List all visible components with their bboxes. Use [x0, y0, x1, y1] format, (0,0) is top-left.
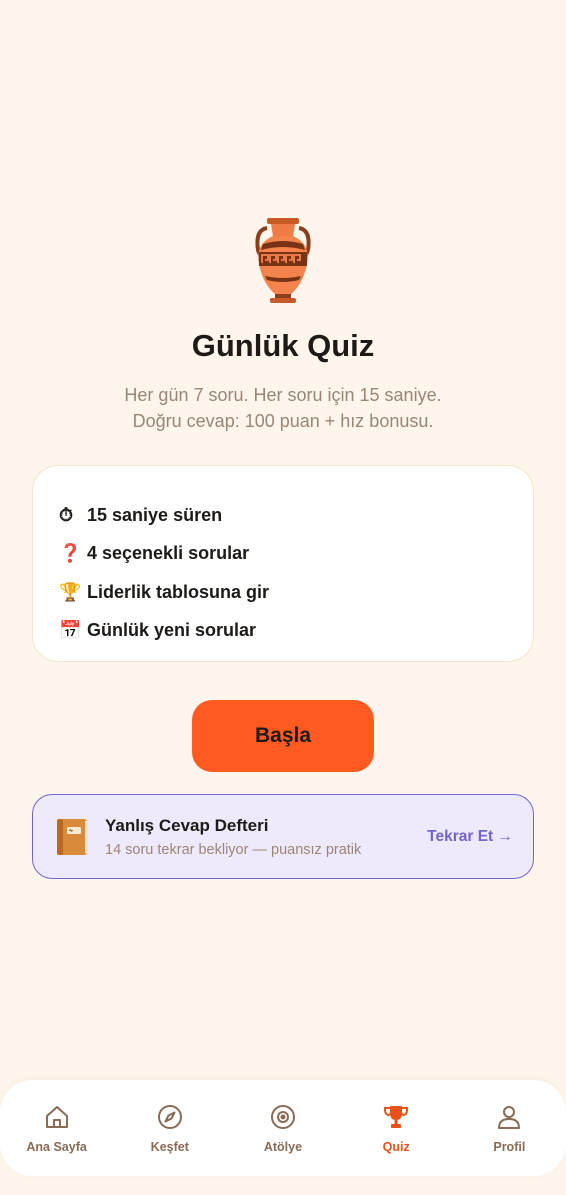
- notebook-icon: [57, 818, 88, 855]
- question-mark-icon: ❓: [59, 543, 82, 564]
- review-title: Yanlış Cevap Defteri: [105, 815, 269, 835]
- wrong-answer-notebook-card[interactable]: Yanlış Cevap Defteri 14 soru tekrar bekl…: [32, 794, 534, 879]
- feature-item-timer: ⏱ 15 saniye süren: [59, 496, 507, 535]
- trophy-icon: [381, 1102, 411, 1132]
- feature-label: 15 saniye süren: [87, 504, 223, 525]
- stopwatch-icon: ⏱: [59, 504, 74, 525]
- trophy-icon: 🏆: [59, 581, 82, 602]
- amphora-icon: [0, 214, 566, 306]
- nav-item-profile[interactable]: Profil: [454, 1102, 564, 1154]
- page-subtitle: Her gün 7 soru. Her soru için 15 saniye.…: [0, 382, 566, 434]
- bottom-nav: Ana Sayfa Keşfet Atölye Quiz Profil: [0, 1080, 566, 1176]
- review-subtitle: 14 soru tekrar bekliyor — puansız pratik: [105, 841, 362, 858]
- user-icon: [494, 1102, 524, 1132]
- nav-label: Quiz: [382, 1140, 410, 1154]
- feature-label: Günlük yeni sorular: [87, 620, 257, 641]
- page-title: Günlük Quiz: [191, 328, 375, 363]
- subtitle-line-2: Doğru cevap: 100 puan + hız bonusu.: [132, 411, 434, 431]
- subtitle-line-1: Her gün 7 soru. Her soru için 15 saniye.: [124, 385, 442, 405]
- features-card: ⏱ 15 saniye süren ❓ 4 seçenekli sorular …: [32, 465, 534, 662]
- calendar-icon: 📅: [59, 620, 82, 641]
- nav-label: Atölye: [263, 1140, 303, 1154]
- target-icon: [268, 1102, 298, 1132]
- nav-item-home[interactable]: Ana Sayfa: [2, 1102, 112, 1154]
- nav-item-explore[interactable]: Keşfet: [115, 1102, 225, 1154]
- retry-link[interactable]: Tekrar Et →: [427, 828, 513, 846]
- home-icon: [42, 1102, 72, 1132]
- feature-item-leaderboard: 🏆 Liderlik tablosuna gir: [59, 573, 507, 612]
- feature-label: Liderlik tablosuna gir: [87, 581, 270, 602]
- feature-label: 4 seçenekli sorular: [87, 543, 250, 564]
- nav-item-workshop[interactable]: Atölye: [228, 1102, 338, 1154]
- nav-label: Ana Sayfa: [26, 1140, 87, 1154]
- feature-item-daily: 📅 Günlük yeni sorular: [59, 612, 507, 651]
- nav-label: Keşfet: [150, 1140, 189, 1154]
- start-button[interactable]: Başla: [192, 700, 374, 772]
- nav-item-quiz[interactable]: Quiz: [341, 1102, 451, 1154]
- nav-label: Profil: [493, 1140, 526, 1154]
- compass-icon: [155, 1102, 185, 1132]
- feature-item-choices: ❓ 4 seçenekli sorular: [59, 535, 507, 574]
